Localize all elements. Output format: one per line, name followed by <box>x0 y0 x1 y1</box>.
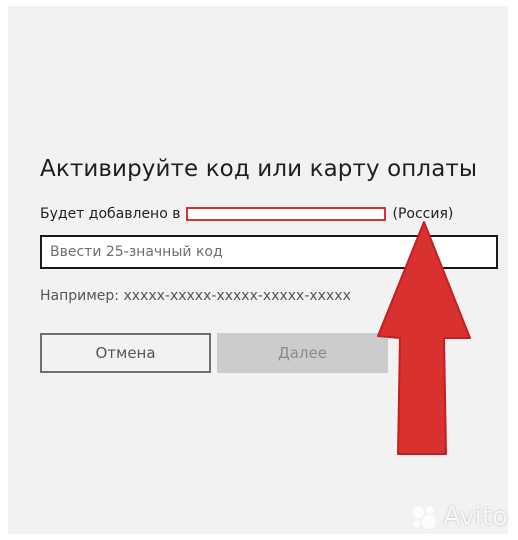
redacted-account-box <box>186 207 387 221</box>
watermark-text: Avito <box>443 502 508 532</box>
example-format-text: Например: xxxxx-xxxxx-xxxxx-xxxxx-xxxxx <box>40 288 351 304</box>
next-button[interactable]: Далее <box>217 333 388 373</box>
dialog-title: Активируйте код или карту оплаты <box>40 156 478 182</box>
avito-watermark: Avito <box>409 502 508 532</box>
annotation-arrow-up-icon <box>377 221 471 455</box>
avito-logo-icon <box>412 506 437 529</box>
added-to-label: Будет добавлено в <box>40 206 181 222</box>
cancel-button[interactable]: Отмена <box>40 333 211 373</box>
